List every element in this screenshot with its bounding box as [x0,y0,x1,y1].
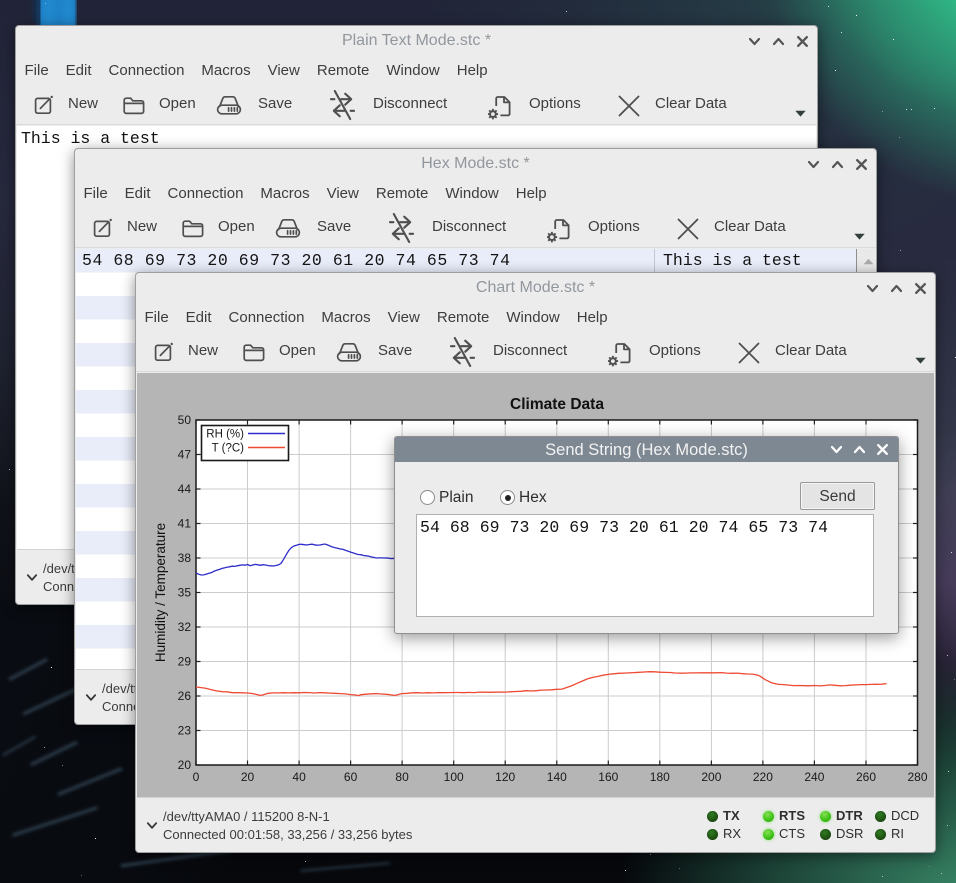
svg-text:260: 260 [856,770,876,784]
svg-text:140: 140 [547,770,567,784]
svg-text:RH (%): RH (%) [206,429,244,441]
svg-text:0: 0 [193,770,200,784]
svg-text:38: 38 [178,551,192,565]
svg-text:80: 80 [395,770,409,784]
svg-text:29: 29 [178,655,192,669]
svg-text:Climate Data: Climate Data [510,396,604,413]
svg-text:100: 100 [444,770,464,784]
svg-text:20: 20 [178,758,192,772]
svg-text:47: 47 [178,448,192,462]
svg-text:26: 26 [178,689,192,703]
svg-text:120: 120 [495,770,515,784]
svg-text:240: 240 [804,770,824,784]
svg-text:280: 280 [907,770,927,784]
svg-text:180: 180 [650,770,670,784]
svg-text:40: 40 [292,770,306,784]
svg-text:200: 200 [701,770,721,784]
svg-text:160: 160 [598,770,618,784]
svg-text:23: 23 [178,724,192,738]
svg-text:20: 20 [241,770,255,784]
svg-text:T (?C): T (?C) [212,443,245,455]
svg-text:32: 32 [178,620,192,634]
svg-text:41: 41 [178,517,192,531]
svg-text:35: 35 [178,586,192,600]
svg-text:Humidity / Temperature: Humidity / Temperature [153,523,168,662]
svg-text:220: 220 [753,770,773,784]
svg-text:50: 50 [178,413,192,427]
svg-text:44: 44 [178,482,192,496]
svg-text:60: 60 [344,770,358,784]
